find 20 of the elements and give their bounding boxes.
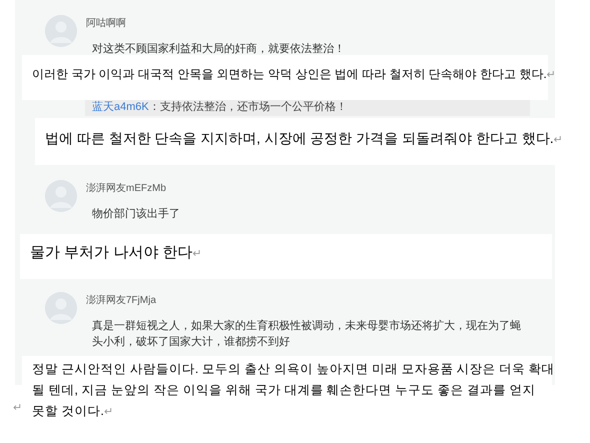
translation-text: 될 텐데, 지금 눈앞의 작은 이익을 위해 국가 대계를 훼손한다면 누구도 좋은 결과를 얻지 <box>32 383 536 397</box>
translation-text: 못할 것이다. <box>32 404 104 418</box>
comment-text: 头小利，破坏了国家大计，谁都捞不到好 <box>92 334 291 350</box>
translation-text: 물가 부처가 나서야 한다 <box>30 244 193 261</box>
comment-text: 物价部门该出手了 <box>92 206 180 222</box>
reply-text: ：支持依法整治，还市场一个公平价格！ <box>148 101 347 113</box>
paragraph-mark: ↵ <box>554 134 563 146</box>
username[interactable]: 澎湃网友7FjMja <box>86 294 521 308</box>
paragraph-mark: ↵ <box>104 406 113 418</box>
paragraph-mark: ↵ <box>13 401 22 416</box>
paragraph-mark: ↵ <box>192 248 202 260</box>
translation-text: 법에 따른 철저한 단속을 지지하며, 시장에 공정한 가격을 되돌려줘야 한다고 했다. <box>45 130 554 146</box>
translation-text: 정말 근시안적인 사람들이다. 모두의 출산 의욕이 높아지면 미래 모자용품 시장은 더욱 확대 <box>32 362 555 376</box>
comment-text: 真是一群短视之人，如果大家的生育积极性被调动，未来母婴市场还将扩大，现在为了蝇 <box>92 318 521 334</box>
comment-text: 对这类不顾国家利益和大局的奸商，就要依法整治！ <box>92 42 345 57</box>
username[interactable]: 澎湃网友mEFzMb <box>86 182 180 196</box>
translation-text: 이러한 국가 이익과 대국적 안목을 외면하는 악덕 상인은 법에 따라 철저히 단속해야 한다고 했다. <box>32 67 547 81</box>
reply-username[interactable]: 蓝天a4m6K <box>92 101 149 113</box>
username[interactable]: 阿咕啊啊 <box>86 17 345 31</box>
paragraph-mark: ↵ <box>546 69 556 81</box>
